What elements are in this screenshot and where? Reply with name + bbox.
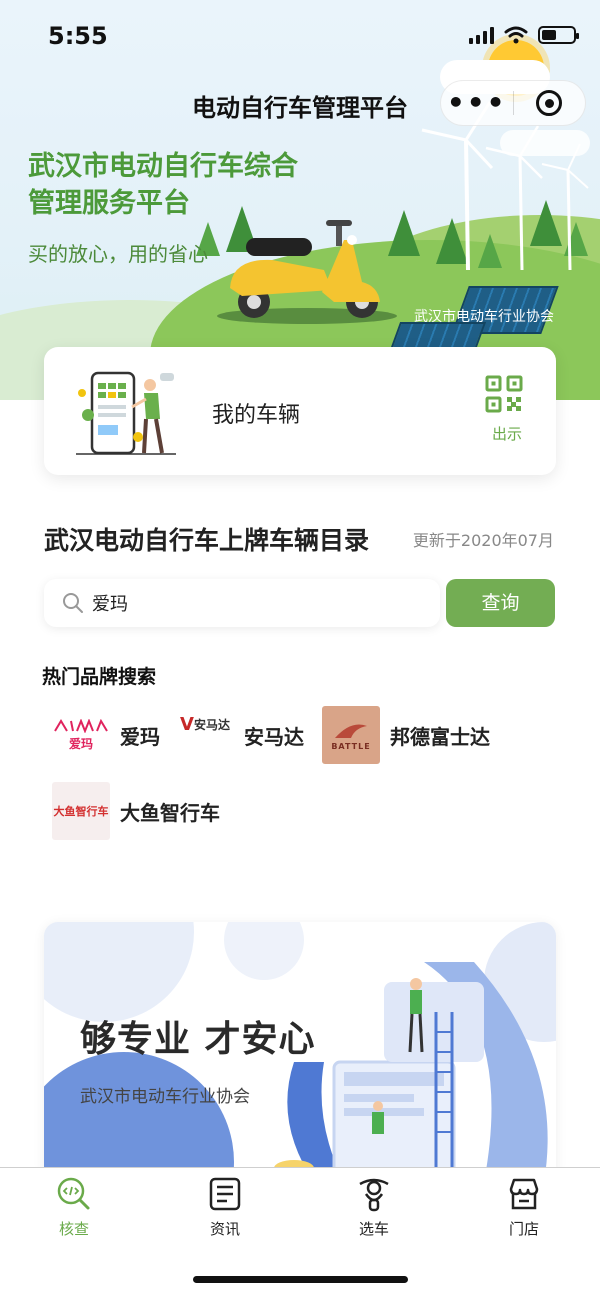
scooter-icon xyxy=(359,1178,389,1212)
brand-logo-aima: 爱玛 xyxy=(52,706,110,764)
more-menu-button[interactable]: ••• xyxy=(441,89,513,117)
hero-banner: 5:55 电动自行车管理平台 ••• 武汉市电动自行车综合 管理服务平台 买的放… xyxy=(0,0,600,400)
catalog-title: 武汉电动自行车上牌车辆目录 xyxy=(44,526,370,555)
brand-name: 邦德富士达 xyxy=(390,724,490,749)
brand-item-aima[interactable]: 爱玛 爱玛 xyxy=(52,706,160,764)
status-time: 5:55 xyxy=(48,22,108,50)
phone-person-illustration xyxy=(76,371,176,455)
brand-logo-bangde: BATTLE xyxy=(322,706,380,764)
brand-name: 大鱼智行车 xyxy=(120,800,220,825)
brand-logo-text: 爱玛 xyxy=(68,736,93,751)
brand-logo-dayu: 大鱼智行车 xyxy=(52,782,110,840)
brand-logo-mark: V xyxy=(180,714,194,735)
qr-code-button[interactable] xyxy=(484,375,524,417)
check-code-icon xyxy=(57,1177,90,1210)
status-icons xyxy=(469,26,579,44)
scooter-illustration xyxy=(217,220,397,324)
tab-label: 核查 xyxy=(58,1220,89,1238)
target-icon xyxy=(536,90,563,116)
solar-panel xyxy=(389,322,487,350)
tab-label: 门店 xyxy=(508,1220,539,1238)
promo-heading: 够专业 才安心 xyxy=(80,1019,316,1060)
search-button[interactable]: 查询 xyxy=(446,579,555,627)
qr-code-label[interactable]: 出示 xyxy=(492,423,522,444)
hero-slogan: 买的放心，用的省心 xyxy=(28,242,208,266)
tab-label: 资讯 xyxy=(209,1220,240,1238)
brand-name: 安马达 xyxy=(244,724,304,749)
store-icon xyxy=(509,1178,539,1210)
wifi-icon xyxy=(504,26,528,44)
battle-logo-mark xyxy=(335,724,367,738)
qr-code-icon xyxy=(485,375,523,413)
brand-logo-text: 大鱼智行车 xyxy=(53,805,109,818)
brand-logo-text: 安马达 xyxy=(193,718,230,732)
miniprogram-capsule: ••• xyxy=(440,80,586,126)
aima-logo-mark xyxy=(54,718,108,733)
home-indicator[interactable] xyxy=(193,1276,408,1283)
promo-subheading: 武汉市电动车行业协会 xyxy=(80,1087,250,1107)
brand-name: 爱玛 xyxy=(120,724,160,749)
close-miniprogram-button[interactable] xyxy=(514,90,586,116)
tab-check[interactable]: 核查 xyxy=(14,1176,134,1239)
tab-label: 选车 xyxy=(358,1220,389,1238)
my-vehicle-label: 我的车辆 xyxy=(212,403,301,428)
search-input[interactable] xyxy=(92,592,412,614)
signal-icon xyxy=(469,26,494,44)
tab-choose-bike[interactable]: 选车 xyxy=(314,1176,434,1239)
search-box[interactable] xyxy=(44,579,440,627)
brand-item-dayu[interactable]: 大鱼智行车 大鱼智行车 xyxy=(52,782,220,840)
hero-heading: 武汉市电动自行车综合 管理服务平台 xyxy=(28,148,348,222)
my-vehicle-card[interactable]: 我的车辆 出示 xyxy=(44,347,556,475)
tab-store[interactable]: 门店 xyxy=(464,1176,584,1239)
brand-logo-text: BATTLE xyxy=(331,741,371,751)
hero-association: 武汉市电动车行业协会 xyxy=(414,309,554,325)
tab-news[interactable]: 资讯 xyxy=(165,1176,285,1239)
promo-banner[interactable]: 够专业 才安心 武汉市电动车行业协会 xyxy=(44,922,556,1182)
search-icon xyxy=(63,593,83,613)
hero-heading-line1: 武汉市电动自行车综合 xyxy=(28,151,298,182)
catalog-updated: 更新于2020年07月 xyxy=(412,531,554,550)
news-icon xyxy=(209,1177,241,1211)
hero-heading-line2: 管理服务平台 xyxy=(28,188,190,219)
brand-item-bangde[interactable]: BATTLE 邦德富士达 xyxy=(322,706,490,764)
brand-logo-anmada: V 安马达 xyxy=(176,706,234,764)
brand-item-anmada[interactable]: V 安马达 安马达 xyxy=(176,706,304,764)
battery-icon xyxy=(538,26,579,44)
hot-brands-title: 热门品牌搜索 xyxy=(42,666,157,688)
